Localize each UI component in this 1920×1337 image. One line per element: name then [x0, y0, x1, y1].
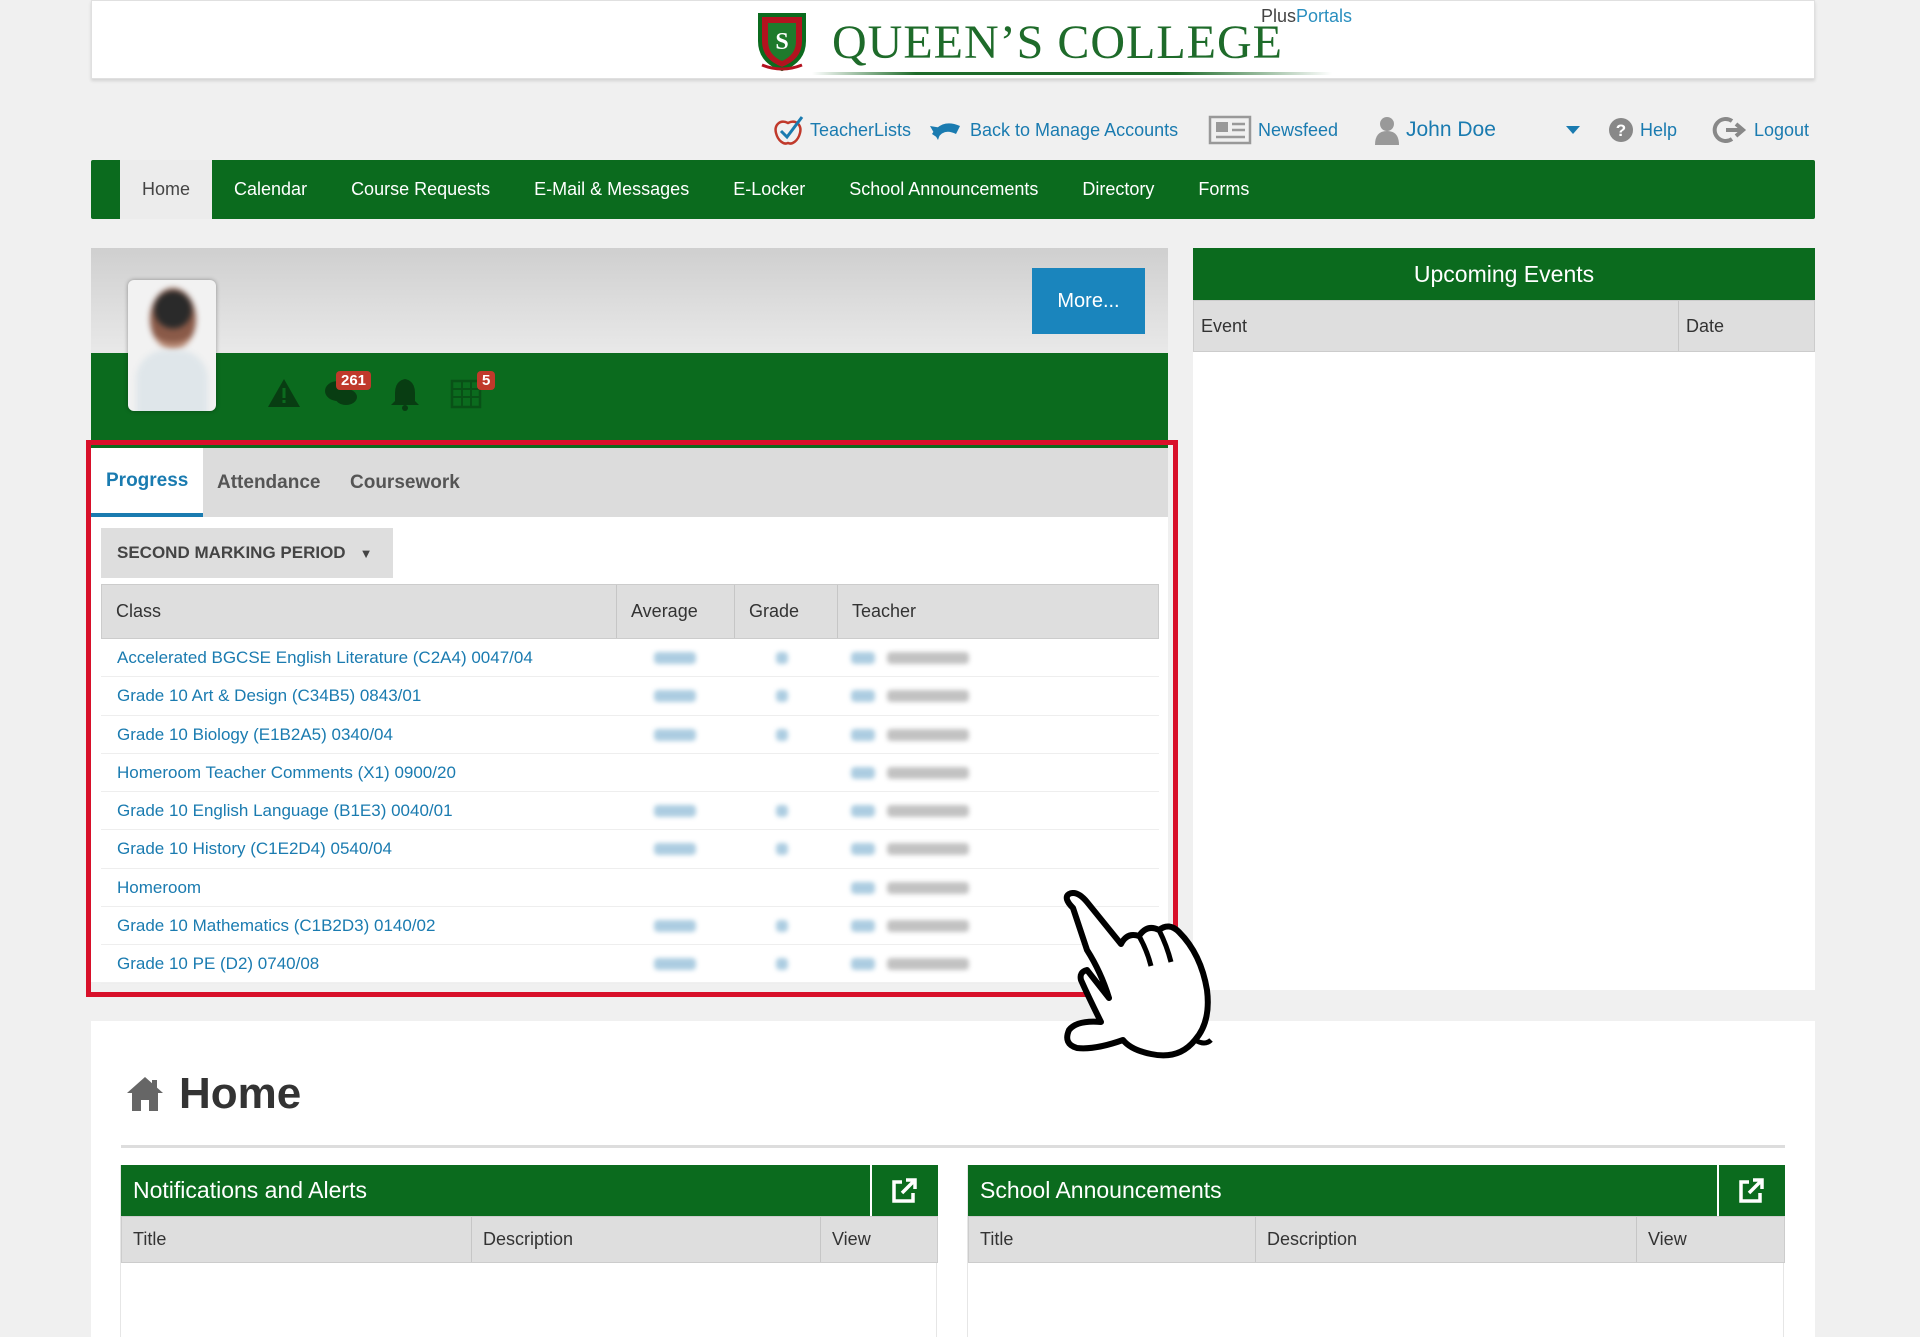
nav-calendar[interactable]: Calendar	[212, 160, 329, 219]
brand-plus: Plus	[1261, 6, 1297, 26]
grid-count-badge: 5	[477, 371, 496, 390]
upcoming-events-panel: Upcoming Events Event Date	[1193, 248, 1815, 990]
announcements-title: School Announcements	[968, 1165, 1785, 1216]
caret-down-icon	[1566, 126, 1580, 134]
nav-e-locker[interactable]: E-Locker	[711, 160, 827, 219]
announcements-open-button[interactable]	[1717, 1165, 1783, 1216]
home-title: Home	[179, 1069, 302, 1118]
nav-directory[interactable]: Directory	[1060, 160, 1176, 219]
notifications-title-text: Notifications and Alerts	[133, 1177, 367, 1203]
messages-count-badge: 261	[336, 371, 372, 390]
external-link-icon	[892, 1177, 917, 1203]
teacherlists-link[interactable]: TeacherLists	[772, 110, 911, 150]
back-to-manage-accounts-link[interactable]: Back to Manage Accounts	[928, 110, 1178, 150]
alert-warning-icon[interactable]	[266, 375, 302, 411]
school-name: QUEEN’S COLLEGE	[832, 16, 1283, 69]
nav-course-requests[interactable]: Course Requests	[329, 160, 512, 219]
student-avatar[interactable]	[128, 280, 216, 411]
upcoming-events-title: Upcoming Events	[1193, 248, 1815, 300]
nav-school-announcements[interactable]: School Announcements	[827, 160, 1060, 219]
svg-text:?: ?	[1616, 121, 1626, 140]
notifications-widget: Notifications and Alerts Title Descripti…	[120, 1165, 938, 1337]
user-menu[interactable]: John Doe	[1374, 110, 1496, 150]
home-divider	[121, 1145, 1785, 1148]
help-link[interactable]: ? Help	[1608, 110, 1677, 150]
nav-forms[interactable]: Forms	[1176, 160, 1271, 219]
help-label: Help	[1640, 119, 1678, 140]
col-date[interactable]: Date	[1679, 301, 1814, 351]
school-announcements-widget: School Announcements Title Description V…	[967, 1165, 1785, 1337]
col-title[interactable]: Title	[969, 1217, 1256, 1262]
more-button[interactable]: More...	[1032, 268, 1145, 334]
highlight-frame	[86, 440, 1178, 997]
external-link-icon	[1739, 1177, 1764, 1203]
help-icon: ?	[1609, 118, 1633, 142]
logout-link[interactable]: Logout	[1712, 110, 1809, 150]
notifications-title: Notifications and Alerts	[121, 1165, 938, 1216]
col-description[interactable]: Description	[472, 1217, 821, 1262]
col-title[interactable]: Title	[122, 1217, 472, 1262]
back-arrow-icon	[930, 123, 960, 140]
name-underline	[812, 72, 1332, 75]
col-view[interactable]: View	[1637, 1217, 1784, 1262]
nav-email-messages[interactable]: E-Mail & Messages	[512, 160, 711, 219]
home-section: Home Notifications and Alerts Title Desc…	[91, 1021, 1815, 1337]
col-description[interactable]: Description	[1256, 1217, 1637, 1262]
user-dropdown-toggle[interactable]	[1565, 110, 1581, 150]
back-to-manage-label: Back to Manage Accounts	[970, 119, 1179, 140]
newsfeed-label: Newsfeed	[1258, 119, 1339, 140]
home-heading: Home	[125, 1069, 301, 1119]
user-name: John Doe	[1406, 118, 1496, 141]
announcements-table-header: Title Description View	[968, 1216, 1785, 1263]
col-view[interactable]: View	[821, 1217, 937, 1262]
newsfeed-link[interactable]: Newsfeed	[1208, 110, 1338, 150]
svg-text:S: S	[775, 29, 788, 55]
logout-icon	[1712, 117, 1747, 143]
main-nav: Home Calendar Course Requests E-Mail & M…	[91, 160, 1815, 219]
pointing-hand-icon	[1063, 890, 1213, 1059]
profile-icon-bar	[91, 353, 1168, 448]
header-banner: S QUEEN’S COLLEGE PlusPortals	[91, 0, 1815, 79]
announcements-title-text: School Announcements	[980, 1177, 1222, 1203]
notifications-table-header: Title Description View	[121, 1216, 938, 1263]
teacherlists-label: TeacherLists	[810, 119, 912, 140]
top-links-bar: TeacherLists Back to Manage Accounts New…	[0, 110, 1920, 150]
home-icon	[127, 1077, 163, 1111]
plusportals-brand: PlusPortals	[1261, 6, 1352, 27]
user-icon	[1375, 117, 1399, 145]
col-event[interactable]: Event	[1194, 301, 1679, 351]
bell-icon[interactable]	[387, 375, 423, 411]
events-table-header: Event Date	[1193, 300, 1815, 352]
brand-portals: Portals	[1296, 6, 1353, 26]
notifications-open-button[interactable]	[870, 1165, 936, 1216]
nav-home[interactable]: Home	[120, 160, 213, 219]
school-crest-logo: S	[758, 13, 806, 72]
logout-label: Logout	[1754, 119, 1810, 140]
profile-header	[91, 248, 1168, 354]
newspaper-icon	[1208, 115, 1252, 145]
apple-check-icon	[774, 116, 804, 145]
